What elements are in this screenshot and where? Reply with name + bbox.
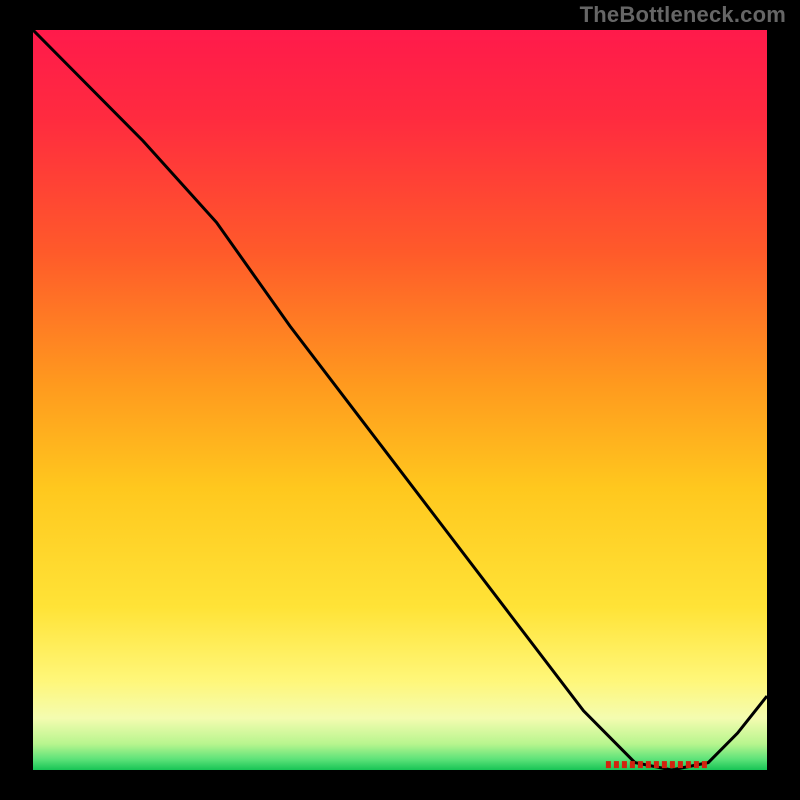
annotation-mark bbox=[622, 761, 627, 768]
annotation-mark bbox=[654, 761, 659, 768]
annotation-mark bbox=[638, 761, 643, 768]
annotation-mark bbox=[630, 761, 635, 768]
plot-area bbox=[33, 30, 767, 770]
annotation-mark bbox=[606, 761, 611, 768]
annotation-mark bbox=[670, 761, 675, 768]
chart-frame: TheBottleneck.com bbox=[0, 0, 800, 800]
annotation-mark bbox=[678, 761, 683, 768]
watermark-text: TheBottleneck.com bbox=[580, 2, 786, 28]
annotation-mark bbox=[614, 761, 619, 768]
annotation-mark bbox=[662, 761, 667, 768]
annotation-mark bbox=[686, 761, 691, 768]
annotation-mark bbox=[702, 761, 707, 768]
annotation-mark bbox=[694, 761, 699, 768]
annotation-mark bbox=[646, 761, 651, 768]
chart-svg bbox=[33, 30, 767, 770]
